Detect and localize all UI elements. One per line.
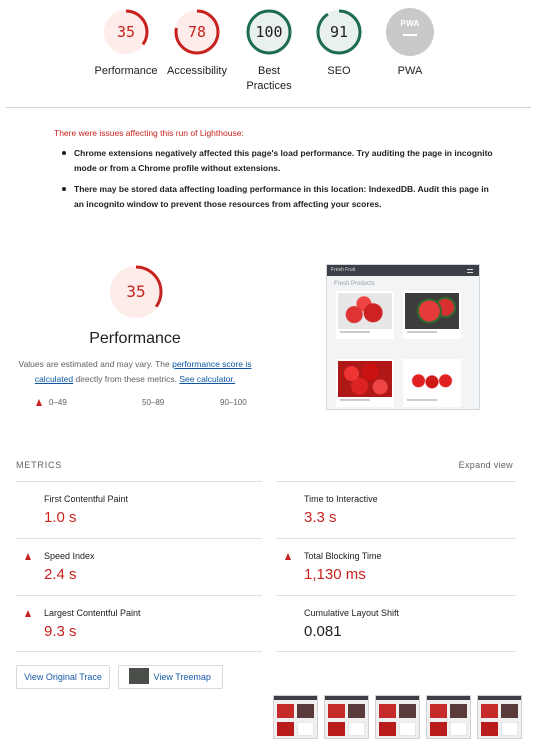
metric-divider xyxy=(16,481,262,482)
warning-item: Chrome extensions negatively affected th… xyxy=(62,146,494,175)
metric-name: Time to Interactive xyxy=(304,494,378,504)
product-card xyxy=(336,291,394,339)
legend-pass-label: 90–100 xyxy=(220,398,247,407)
view-treemap-button[interactable]: View Treemap xyxy=(118,665,223,689)
final-screenshot[interactable]: Fresh Fruit Fresh Products xyxy=(326,264,480,410)
filmstrip-frame xyxy=(477,695,522,739)
product-card xyxy=(403,359,461,407)
performance-gauge: 35 xyxy=(108,264,164,320)
category-gauges: 35 Performance 78 Accessibility 100 Best… xyxy=(0,8,547,108)
metric-value: 0.081 xyxy=(304,623,342,640)
fail-triangle-icon xyxy=(25,610,31,617)
warnings-list: Chrome extensions negatively affected th… xyxy=(54,146,494,211)
metric-name: Cumulative Layout Shift xyxy=(304,608,400,618)
metric-value: 1.0 s xyxy=(44,509,77,526)
fail-triangle-icon xyxy=(25,553,31,560)
view-original-trace-button[interactable]: View Original Trace xyxy=(16,665,110,689)
pass-circle-icon xyxy=(206,398,213,405)
performance-score: 35 xyxy=(126,282,146,301)
gauge-pwa[interactable]: PWA PWA xyxy=(365,8,455,79)
warning-item: There may be stored data affecting loadi… xyxy=(62,182,494,211)
performance-title: Performance xyxy=(89,330,181,347)
screenshot-app-bar: Fresh Fruit xyxy=(327,265,479,276)
product-image xyxy=(338,293,392,329)
metrics-header: METRICS Expand view xyxy=(16,460,516,474)
product-image xyxy=(338,361,392,397)
legend-fail: 0–49 xyxy=(36,398,67,407)
header-divider xyxy=(6,107,531,108)
pwa-dash-icon xyxy=(403,34,417,36)
legend-average-label: 50–89 xyxy=(142,398,165,407)
treemap-icon xyxy=(129,668,149,684)
metric-value: 3.3 s xyxy=(304,509,337,526)
gauge-pwa-label: PWA xyxy=(397,65,423,77)
metric-value: 2.4 s xyxy=(44,566,77,583)
product-image xyxy=(405,361,459,397)
legend-pass: 90–100 xyxy=(206,398,247,407)
expand-view-toggle[interactable]: Expand view xyxy=(459,460,513,470)
metric-divider xyxy=(276,481,516,482)
average-square-icon xyxy=(128,398,135,405)
performance-description: Values are estimated and may vary. The p… xyxy=(12,357,258,387)
metrics-label: METRICS xyxy=(16,460,63,470)
run-warnings: There were issues affecting this run of … xyxy=(54,128,494,218)
performance-desc-text2: directly from these metrics. xyxy=(73,374,180,384)
gauge-accessibility-score: 78 xyxy=(187,23,207,41)
metric-largest-contentful-paint: Largest Contentful Paint 9.3 s xyxy=(16,608,256,658)
metric-value: 9.3 s xyxy=(44,623,77,640)
fail-triangle-icon xyxy=(36,399,42,406)
gauge-performance-score: 35 xyxy=(116,23,136,41)
metric-name: Speed Index xyxy=(44,551,95,561)
gauge-seo-score: 91 xyxy=(329,23,349,41)
gauge-best-practices-score: 100 xyxy=(255,23,283,41)
filmstrip-frame xyxy=(426,695,471,739)
product-image xyxy=(405,293,459,329)
screenshot-heading: Fresh Products xyxy=(334,281,375,287)
metric-speed-index: Speed Index 2.4 s xyxy=(16,551,256,601)
view-treemap-label: View Treemap xyxy=(153,672,211,682)
metric-value: 1,130 ms xyxy=(304,566,366,583)
legend-fail-label: 0–49 xyxy=(49,398,67,407)
metric-cumulative-layout-shift: Cumulative Layout Shift 0.081 xyxy=(276,608,516,658)
menu-icon xyxy=(467,269,473,273)
filmstrip-frame xyxy=(375,695,420,739)
metric-name: Total Blocking Time xyxy=(304,551,382,561)
filmstrip-frame xyxy=(273,695,318,739)
calculator-link[interactable]: See calculator. xyxy=(179,374,235,384)
gauge-best-practices-label-line2: Practices xyxy=(246,80,292,92)
metric-time-to-interactive: Time to Interactive 3.3 s xyxy=(276,494,516,544)
warnings-title: There were issues affecting this run of … xyxy=(54,128,244,138)
metric-name: Largest Contentful Paint xyxy=(44,608,141,618)
metric-total-blocking-time: Total Blocking Time 1,130 ms xyxy=(276,551,516,601)
fail-triangle-icon xyxy=(285,553,291,560)
screenshot-app-name: Fresh Fruit xyxy=(331,267,356,273)
product-card xyxy=(336,359,394,407)
metric-name: First Contentful Paint xyxy=(44,494,129,504)
legend-average: 50–89 xyxy=(128,398,164,407)
performance-desc-text: Values are estimated and may vary. The xyxy=(18,359,173,369)
score-legend: 0–49 50–89 90–100 xyxy=(36,398,266,410)
pwa-badge-text: PWA xyxy=(400,19,420,28)
filmstrip-frame xyxy=(324,695,369,739)
product-card xyxy=(403,291,461,339)
metric-first-contentful-paint: First Contentful Paint 1.0 s xyxy=(16,494,256,544)
